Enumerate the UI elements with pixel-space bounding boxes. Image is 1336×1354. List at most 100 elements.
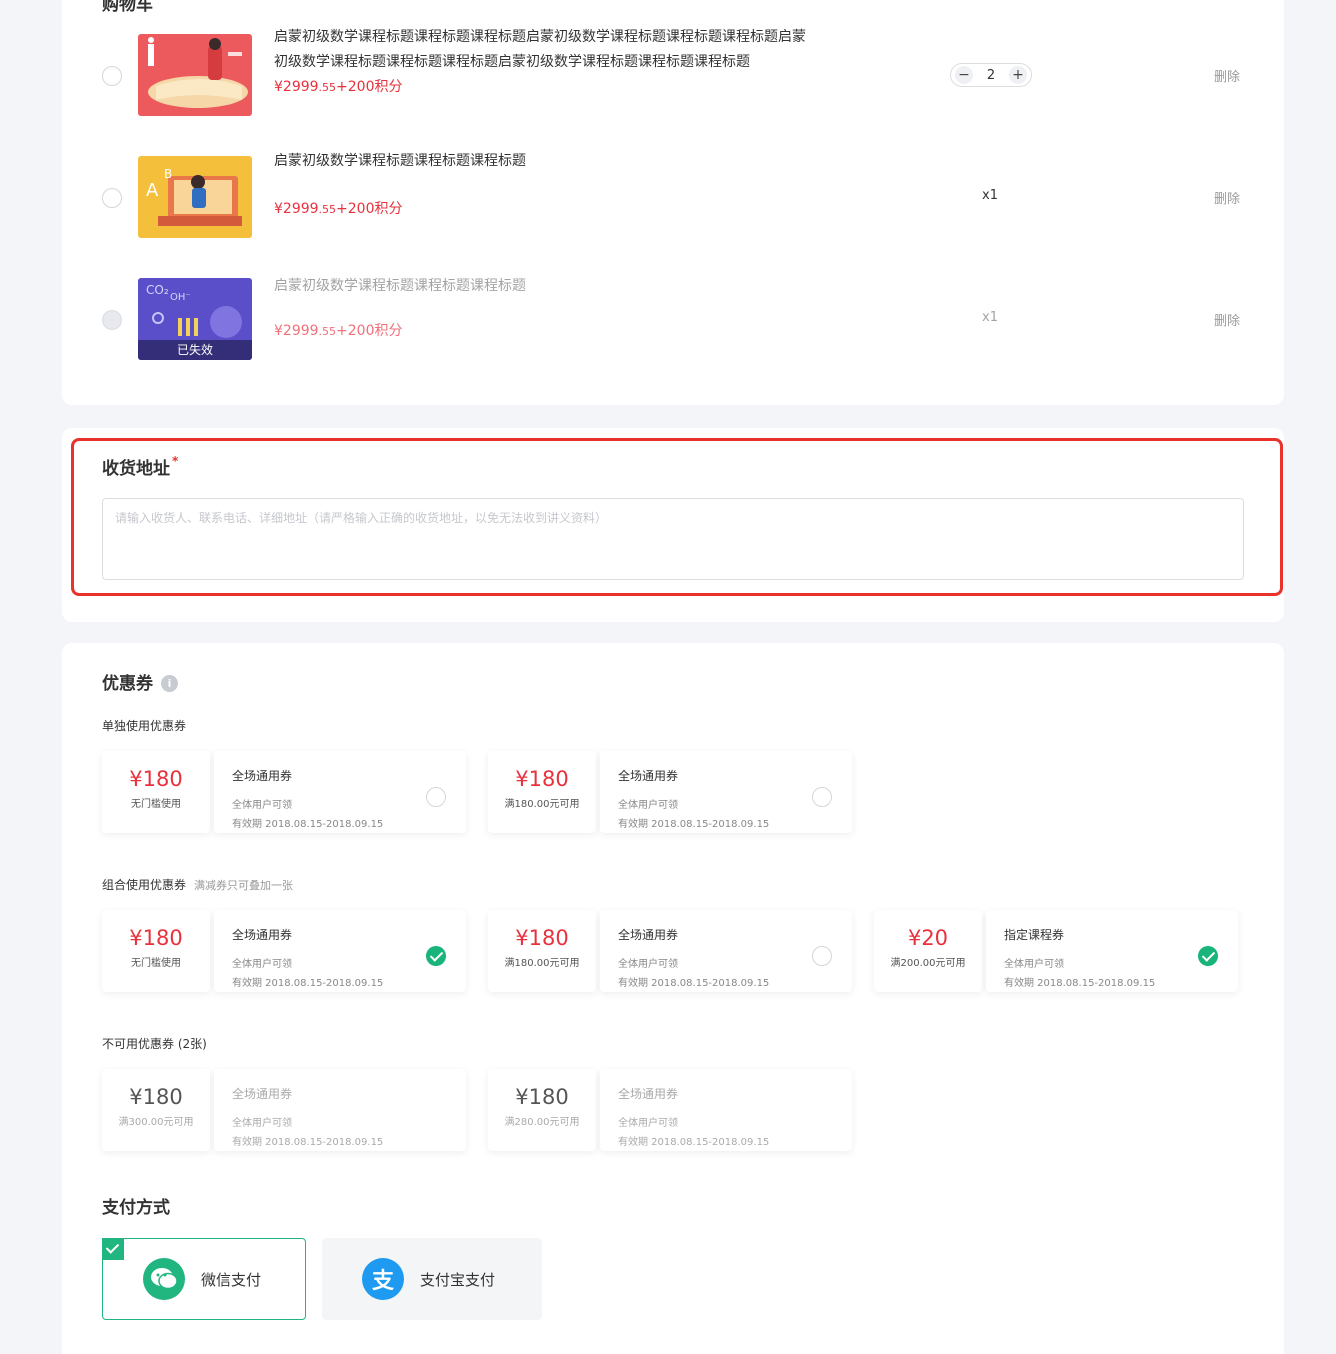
wechat-icon xyxy=(143,1258,185,1300)
quantity-value[interactable]: 2 xyxy=(987,68,995,83)
coupon-title: 优惠券 i xyxy=(102,669,178,694)
required-mark: * xyxy=(172,454,179,468)
coupon-item[interactable]: ¥20 满200.00元可用 指定课程券 全体用户可领 有效期 2018.08.… xyxy=(874,910,1238,992)
delete-link[interactable]: 删除 xyxy=(1214,188,1240,207)
price-main: ¥2999 xyxy=(274,79,319,95)
combo-note: 满减券只可叠加一张 xyxy=(194,879,294,892)
coupon-select-radio[interactable] xyxy=(426,787,446,807)
coupon-amount: ¥180 xyxy=(515,926,569,950)
combo-title-text: 组合使用优惠券 xyxy=(102,878,187,892)
coupon-info: 指定课程券 全体用户可领 有效期 2018.08.15-2018.09.15 xyxy=(986,910,1238,992)
coupon-name: 全场通用券 xyxy=(232,1087,293,1101)
wechat-pay-label: 微信支付 xyxy=(201,1270,262,1289)
coupon-condition: 满180.00元可用 xyxy=(504,958,580,969)
plus-button[interactable]: + xyxy=(1009,66,1027,84)
svg-text:CO₂: CO₂ xyxy=(146,283,169,297)
coupon-name: 全场通用券 xyxy=(618,1087,679,1101)
price-sub: .55 xyxy=(318,325,337,338)
coupon-name: 指定课程券 xyxy=(1004,928,1065,942)
coupon-amount: ¥180 xyxy=(129,767,183,791)
price-points: +200积分 xyxy=(336,201,403,217)
coupon-info: 全场通用券 全体用户可领 有效期 2018.08.15-2018.09.15 xyxy=(214,1069,466,1151)
delete-link[interactable]: 删除 xyxy=(1214,310,1240,329)
coupon-amount: ¥20 xyxy=(907,926,949,950)
coupon-item-disabled: ¥180 满280.00元可用 全场通用券 全体用户可领 有效期 2018.08… xyxy=(488,1069,852,1151)
cart-item-select-radio[interactable] xyxy=(102,66,122,86)
cart-title: 购物车 xyxy=(102,0,153,15)
address-input[interactable] xyxy=(102,498,1244,580)
course-title[interactable]: 启蒙初级数学课程标题课程标题课程标题启蒙初级数学课程标题课程标题课程标题启蒙初级… xyxy=(274,25,814,75)
coupon-scope: 全体用户可领 xyxy=(232,1118,292,1129)
unavailable-coupon-subtitle: 不可用优惠券 (2张) xyxy=(102,1037,207,1051)
price-points: +200积分 xyxy=(336,79,403,95)
coupon-info: 全场通用券 全体用户可领 有效期 2018.08.15-2018.09.15 xyxy=(600,910,852,992)
cart-item: A B 启蒙初级数学课程标题课程标题课程标题 ¥2999.55+200积分 x1… xyxy=(62,150,1284,250)
coupon-condition: 无门槛使用 xyxy=(131,958,181,969)
course-price: ¥2999.55+200积分 xyxy=(274,76,403,96)
coupon-scope: 全体用户可领 xyxy=(618,1118,678,1129)
single-coupon-subtitle: 单独使用优惠券 xyxy=(102,719,187,733)
coupon-amount: ¥180 xyxy=(515,767,569,791)
coupon-value: ¥20 满200.00元可用 xyxy=(874,910,982,992)
coupon-item-disabled: ¥180 满300.00元可用 全场通用券 全体用户可领 有效期 2018.08… xyxy=(102,1069,466,1151)
course-title[interactable]: 启蒙初级数学课程标题课程标题课程标题 xyxy=(274,149,814,174)
coupon-validity: 有效期 2018.08.15-2018.09.15 xyxy=(232,819,384,830)
coupon-item[interactable]: ¥180 无门槛使用 全场通用券 全体用户可领 有效期 2018.08.15-2… xyxy=(102,910,466,992)
coupon-item[interactable]: ¥180 无门槛使用 全场通用券 全体用户可领 有效期 2018.08.15-2… xyxy=(102,751,466,833)
coupon-card: 优惠券 i 单独使用优惠券 ¥180 无门槛使用 全场通用券 全体用户可领 有效期… xyxy=(62,643,1284,1354)
coupon-item[interactable]: ¥180 满180.00元可用 全场通用券 全体用户可领 有效期 2018.08… xyxy=(488,751,852,833)
selected-check-icon xyxy=(102,1238,124,1260)
payment-title: 支付方式 xyxy=(102,1198,170,1218)
price-points: +200积分 xyxy=(336,323,403,339)
coupon-select-radio[interactable] xyxy=(812,946,832,966)
coupon-item[interactable]: ¥180 满180.00元可用 全场通用券 全体用户可领 有效期 2018.08… xyxy=(488,910,852,992)
alipay-icon: 支 xyxy=(362,1258,404,1300)
price-sub: .55 xyxy=(318,81,337,94)
delete-link[interactable]: 删除 xyxy=(1214,66,1240,85)
alipay-label: 支付宝支付 xyxy=(420,1270,496,1289)
info-icon[interactable]: i xyxy=(161,675,178,692)
invalid-badge: 已失效 xyxy=(176,343,213,357)
cart-item: 启蒙初级数学课程标题课程标题课程标题启蒙初级数学课程标题课程标题课程标题启蒙初级… xyxy=(62,28,1284,128)
coupon-amount: ¥180 xyxy=(129,926,183,950)
alipay-option[interactable]: 支 支付宝支付 xyxy=(322,1238,542,1320)
coupon-selected-check-icon[interactable] xyxy=(426,946,446,966)
quantity-stepper: − 2 + xyxy=(950,63,1032,87)
coupon-select-radio[interactable] xyxy=(812,787,832,807)
cart-item-select-radio-disabled xyxy=(102,310,122,330)
coupon-validity: 有效期 2018.08.15-2018.09.15 xyxy=(618,978,770,989)
coupon-validity: 有效期 2018.08.15-2018.09.15 xyxy=(1004,978,1156,989)
coupon-value: ¥180 无门槛使用 xyxy=(102,910,210,992)
coupon-validity: 有效期 2018.08.15-2018.09.15 xyxy=(232,1137,384,1148)
coupon-condition: 无门槛使用 xyxy=(131,799,181,810)
price-sub: .55 xyxy=(318,203,337,216)
svg-text:OH⁻: OH⁻ xyxy=(170,292,191,303)
coupon-condition: 满280.00元可用 xyxy=(504,1117,580,1128)
course-thumbnail: CO₂ OH⁻ 已失效 xyxy=(138,278,252,360)
coupon-selected-check-icon[interactable] xyxy=(1198,946,1218,966)
coupon-value: ¥180 无门槛使用 xyxy=(102,751,210,833)
coupon-name: 全场通用券 xyxy=(232,769,293,783)
coupon-condition: 满200.00元可用 xyxy=(890,958,966,969)
coupon-value: ¥180 满300.00元可用 xyxy=(102,1069,210,1151)
course-thumbnail xyxy=(138,34,252,116)
minus-button[interactable]: − xyxy=(955,66,973,84)
wechat-pay-option[interactable]: 微信支付 xyxy=(102,1238,306,1320)
address-title-text: 收货地址 xyxy=(102,459,170,479)
coupon-amount: ¥180 xyxy=(515,1085,569,1109)
coupon-name: 全场通用券 xyxy=(232,928,293,942)
coupon-validity: 有效期 2018.08.15-2018.09.15 xyxy=(232,978,384,989)
cart-item-select-radio[interactable] xyxy=(102,188,122,208)
svg-text:A: A xyxy=(146,180,159,201)
coupon-value: ¥180 满280.00元可用 xyxy=(488,1069,596,1151)
coupon-condition: 满300.00元可用 xyxy=(118,1117,194,1128)
coupon-value: ¥180 满180.00元可用 xyxy=(488,751,596,833)
course-thumbnail: A B xyxy=(138,156,252,238)
price-main: ¥2999 xyxy=(274,323,319,339)
combo-coupon-subtitle: 组合使用优惠券 满减券只可叠加一张 xyxy=(102,876,293,893)
coupon-info: 全场通用券 全体用户可领 有效期 2018.08.15-2018.09.15 xyxy=(214,751,466,833)
coupon-info: 全场通用券 全体用户可领 有效期 2018.08.15-2018.09.15 xyxy=(600,1069,852,1151)
address-card: 收货地址 * xyxy=(62,428,1284,622)
coupon-amount: ¥180 xyxy=(129,1085,183,1109)
coupon-value: ¥180 满180.00元可用 xyxy=(488,910,596,992)
